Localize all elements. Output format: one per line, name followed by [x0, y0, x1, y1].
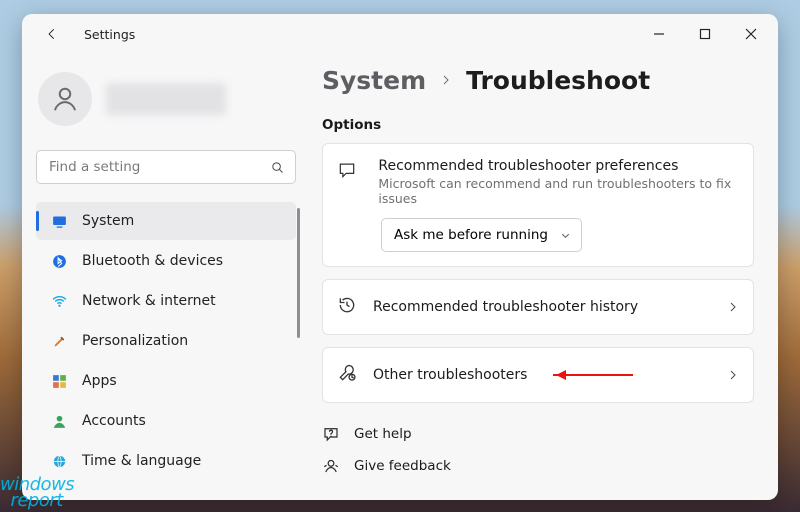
nav-item-personalization[interactable]: Personalization: [36, 322, 296, 360]
card-label: Other troubleshooters: [373, 367, 527, 383]
person-icon: [50, 412, 68, 430]
nav-item-bluetooth[interactable]: Bluetooth & devices: [36, 242, 296, 280]
pref-subtitle: Microsoft can recommend and run troubles…: [378, 176, 737, 206]
pref-title: Recommended troubleshooter preferences: [378, 158, 737, 174]
apps-icon: [50, 372, 68, 390]
troubleshooter-history-card[interactable]: Recommended troubleshooter history: [322, 279, 754, 335]
nav-scrollbar[interactable]: [297, 208, 300, 338]
main-content: System Troubleshoot Options Recommended …: [310, 54, 778, 500]
breadcrumb: System Troubleshoot: [322, 66, 754, 95]
chevron-right-icon: [727, 366, 739, 385]
back-button[interactable]: [38, 20, 66, 48]
history-icon: [337, 295, 357, 319]
card-label: Recommended troubleshooter history: [373, 299, 638, 315]
system-icon: [50, 212, 68, 230]
search-box[interactable]: [36, 150, 296, 184]
nav-item-accounts[interactable]: Accounts: [36, 402, 296, 440]
other-troubleshooters-card[interactable]: Other troubleshooters: [322, 347, 754, 403]
titlebar: Settings: [22, 14, 778, 54]
minimize-button[interactable]: [640, 20, 678, 48]
nav-label: Apps: [82, 373, 117, 389]
annotation-arrow: [553, 374, 633, 376]
nav-label: Network & internet: [82, 293, 216, 309]
avatar: [38, 72, 92, 126]
search-input[interactable]: [49, 159, 270, 175]
recommended-preferences-card: Recommended troubleshooter preferences M…: [322, 143, 754, 267]
nav: System Bluetooth & devices Network & int…: [36, 202, 296, 480]
chevron-right-icon: [440, 71, 452, 90]
account-header[interactable]: [36, 54, 296, 144]
window-controls: [640, 20, 770, 48]
window-title: Settings: [84, 27, 135, 42]
feedback-link[interactable]: Give feedback: [322, 457, 754, 475]
maximize-button[interactable]: [686, 20, 724, 48]
account-name-redacted: [106, 83, 226, 115]
feedback-icon: [322, 457, 340, 475]
pref-dropdown[interactable]: Ask me before running: [381, 218, 582, 252]
section-label: Options: [322, 117, 754, 133]
help-links: Get help Give feedback: [322, 425, 754, 475]
chevron-right-icon: [727, 298, 739, 317]
globe-icon: [50, 452, 68, 470]
nav-label: Personalization: [82, 333, 188, 349]
nav-label: Accounts: [82, 413, 146, 429]
get-help-link[interactable]: Get help: [322, 425, 754, 443]
settings-window: Settings System: [22, 14, 778, 500]
feedback-label: Give feedback: [354, 458, 451, 474]
bluetooth-icon: [50, 252, 68, 270]
sidebar: System Bluetooth & devices Network & int…: [22, 54, 310, 500]
chat-bubble-icon: [337, 158, 362, 184]
nav-label: System: [82, 213, 134, 229]
help-icon: [322, 425, 340, 443]
nav-item-apps[interactable]: Apps: [36, 362, 296, 400]
nav-item-system[interactable]: System: [36, 202, 296, 240]
close-button[interactable]: [732, 20, 770, 48]
brush-icon: [50, 332, 68, 350]
chevron-down-icon: [560, 230, 571, 241]
breadcrumb-leaf: Troubleshoot: [466, 66, 650, 95]
wrench-icon: [337, 363, 357, 387]
help-label: Get help: [354, 426, 412, 442]
nav-label: Bluetooth & devices: [82, 253, 223, 269]
nav-label: Time & language: [82, 453, 201, 469]
search-icon: [270, 160, 285, 175]
dropdown-value: Ask me before running: [394, 227, 548, 243]
nav-item-time-language[interactable]: Time & language: [36, 442, 296, 480]
wifi-icon: [50, 292, 68, 310]
watermark: windows report: [0, 477, 74, 508]
nav-item-network[interactable]: Network & internet: [36, 282, 296, 320]
breadcrumb-root[interactable]: System: [322, 66, 426, 95]
